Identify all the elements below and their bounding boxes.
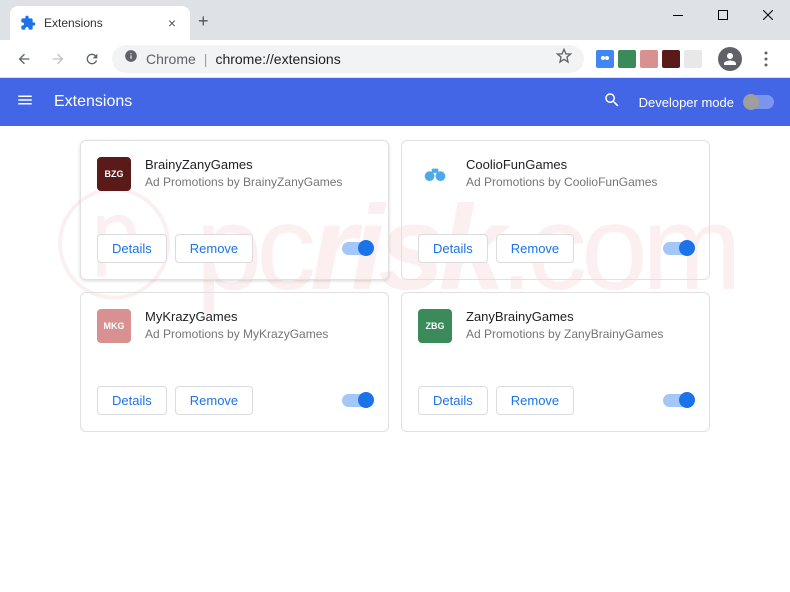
developer-mode-label: Developer mode xyxy=(639,95,734,110)
minimize-button[interactable] xyxy=(655,0,700,30)
extension-toggle[interactable] xyxy=(342,394,372,407)
extension-name: MyKrazyGames xyxy=(145,309,372,324)
extension-card: ZBG ZanyBrainyGames Ad Promotions by Zan… xyxy=(401,292,710,432)
bookmark-star-icon[interactable] xyxy=(556,48,572,69)
extensions-header: Extensions Developer mode xyxy=(0,78,790,126)
tab-close-button[interactable]: × xyxy=(164,15,180,31)
profile-avatar[interactable] xyxy=(718,47,742,71)
remove-button[interactable]: Remove xyxy=(175,234,253,263)
developer-mode-toggle[interactable] xyxy=(744,95,774,109)
new-tab-button[interactable]: + xyxy=(198,11,209,32)
details-button[interactable]: Details xyxy=(97,234,167,263)
extension-logo: ZBG xyxy=(418,309,452,343)
forward-button[interactable] xyxy=(44,45,72,73)
search-icon[interactable] xyxy=(603,91,621,114)
extension-card: MKG MyKrazyGames Ad Promotions by MyKraz… xyxy=(80,292,389,432)
info-icon xyxy=(124,49,138,68)
extension-name: BrainyZanyGames xyxy=(145,157,372,172)
extension-name: CoolioFunGames xyxy=(466,157,693,172)
extension-card: BZG BrainyZanyGames Ad Promotions by Bra… xyxy=(80,140,389,280)
extension-logo: BZG xyxy=(97,157,131,191)
url-toolbar: Chrome | chrome://extensions xyxy=(0,40,790,78)
address-bar[interactable]: Chrome | chrome://extensions xyxy=(112,45,584,73)
toolbar-ext-icon[interactable] xyxy=(596,50,614,68)
menu-icon[interactable] xyxy=(16,91,34,114)
address-prefix: Chrome xyxy=(146,51,196,67)
extension-toggle[interactable] xyxy=(342,242,372,255)
maximize-button[interactable] xyxy=(700,0,745,30)
extension-logo: MKG xyxy=(97,309,131,343)
remove-button[interactable]: Remove xyxy=(175,386,253,415)
toolbar-ext-icon[interactable] xyxy=(684,50,702,68)
extension-toolbar-icons xyxy=(596,50,702,68)
page-title: Extensions xyxy=(54,93,603,111)
extension-description: Ad Promotions by MyKrazyGames xyxy=(145,327,372,341)
remove-button[interactable]: Remove xyxy=(496,234,574,263)
extension-logo xyxy=(418,157,452,191)
extension-name: ZanyBrainyGames xyxy=(466,309,693,324)
reload-button[interactable] xyxy=(78,45,106,73)
toolbar-ext-icon[interactable] xyxy=(662,50,680,68)
window-titlebar: Extensions × + xyxy=(0,0,790,40)
tab-title: Extensions xyxy=(44,16,164,30)
address-url: chrome://extensions xyxy=(215,51,340,67)
close-window-button[interactable] xyxy=(745,0,790,30)
back-button[interactable] xyxy=(10,45,38,73)
window-controls xyxy=(655,0,790,30)
extension-card: CoolioFunGames Ad Promotions by CoolioFu… xyxy=(401,140,710,280)
toolbar-ext-icon[interactable] xyxy=(640,50,658,68)
extension-description: Ad Promotions by ZanyBrainyGames xyxy=(466,327,693,341)
extension-toggle[interactable] xyxy=(663,242,693,255)
remove-button[interactable]: Remove xyxy=(496,386,574,415)
extensions-grid: BZG BrainyZanyGames Ad Promotions by Bra… xyxy=(0,126,790,446)
extension-toggle[interactable] xyxy=(663,394,693,407)
chrome-menu-button[interactable] xyxy=(752,51,780,67)
browser-tab[interactable]: Extensions × xyxy=(10,6,190,40)
puzzle-icon xyxy=(20,15,36,31)
details-button[interactable]: Details xyxy=(418,386,488,415)
toolbar-ext-icon[interactable] xyxy=(618,50,636,68)
details-button[interactable]: Details xyxy=(97,386,167,415)
details-button[interactable]: Details xyxy=(418,234,488,263)
extension-description: Ad Promotions by CoolioFunGames xyxy=(466,175,693,189)
extension-description: Ad Promotions by BrainyZanyGames xyxy=(145,175,372,189)
